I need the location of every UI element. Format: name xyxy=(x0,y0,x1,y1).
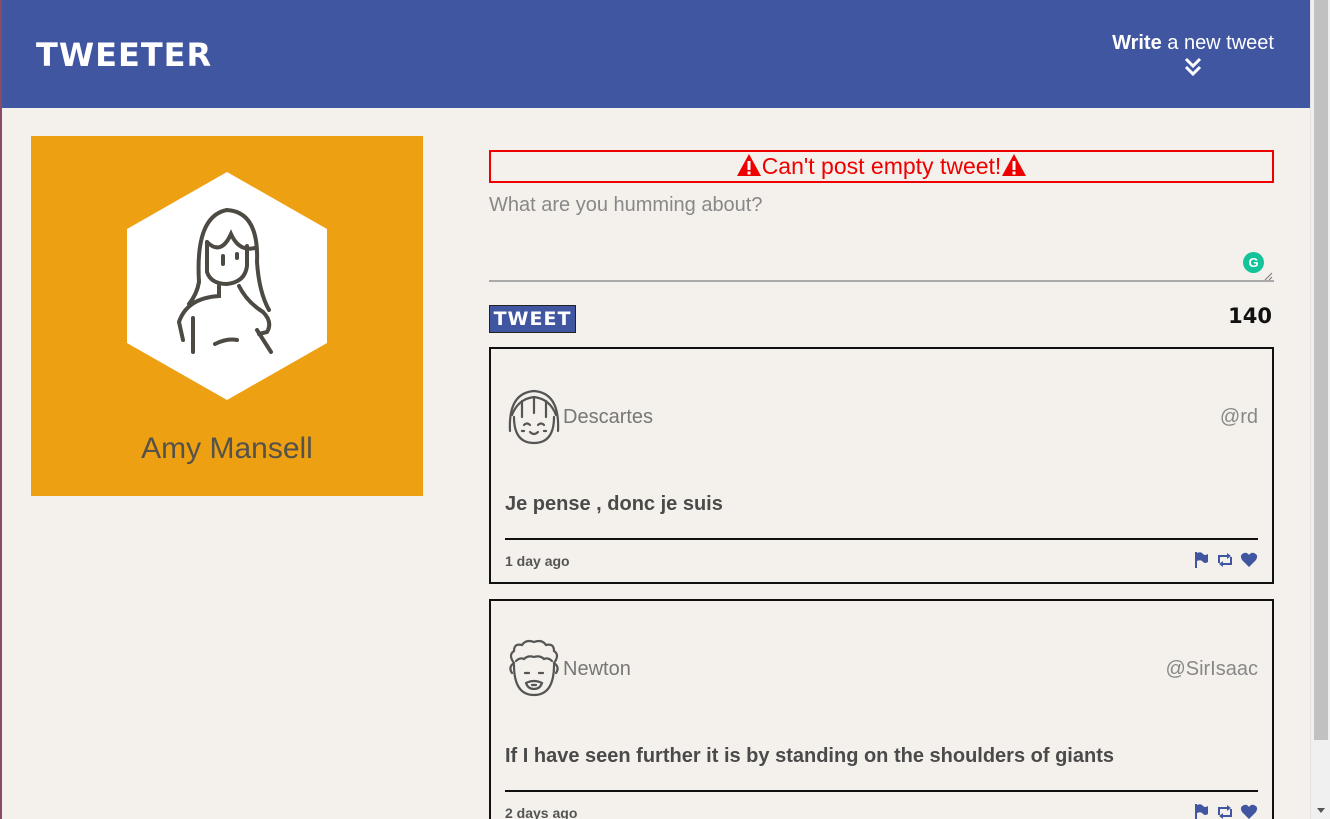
resize-handle-icon[interactable] xyxy=(1264,272,1273,281)
tweet-placeholder: What are you humming about? xyxy=(489,194,763,216)
tweet-actions xyxy=(1192,803,1258,819)
double-chevron-down-icon xyxy=(1184,57,1202,77)
profile-avatar xyxy=(127,172,327,400)
compose-toggle-button[interactable]: Write a new tweet xyxy=(1112,32,1274,77)
profile-name: Amy Mansell xyxy=(141,432,313,465)
tweet-author-handle: @rd xyxy=(1219,406,1258,428)
brand-logo: TWEETER xyxy=(36,36,213,74)
tweet-body: If I have seen further it is by standing… xyxy=(505,745,1114,767)
tweet-divider xyxy=(505,790,1258,792)
tweet-author-name: Newton xyxy=(563,658,631,680)
flag-icon[interactable] xyxy=(1192,551,1210,569)
scrollbar-thumb[interactable] xyxy=(1314,0,1328,740)
girl-face-icon xyxy=(508,389,560,445)
retweet-icon[interactable] xyxy=(1216,803,1234,819)
tweet-author-name: Descartes xyxy=(563,406,654,428)
char-counter: 140 xyxy=(1228,304,1272,328)
warning-icon xyxy=(1002,154,1027,176)
profile-card: Amy Mansell xyxy=(31,136,423,496)
tweet-button[interactable]: TWEET xyxy=(489,305,576,333)
retweet-icon[interactable] xyxy=(1216,551,1234,569)
flag-icon[interactable] xyxy=(1192,803,1210,819)
warning-icon xyxy=(736,154,761,176)
tweet-timestamp: 2 days ago xyxy=(505,805,578,819)
vertical-scrollbar[interactable] xyxy=(1310,0,1330,819)
tweet-card: Descartes @rd Je pense , donc je suis 1 … xyxy=(489,347,1274,584)
compose-toggle-bold: Write xyxy=(1112,32,1162,54)
error-text: Can't post empty tweet! xyxy=(761,153,1002,179)
scroll-down-arrow-icon[interactable] xyxy=(1317,808,1325,813)
tweet-author-handle: @SirIsaac xyxy=(1165,658,1258,680)
curly-hair-face-icon xyxy=(509,639,559,697)
heart-icon[interactable] xyxy=(1240,803,1258,819)
tweet-divider xyxy=(505,538,1258,540)
tweet-timestamp: 1 day ago xyxy=(505,553,570,569)
heart-icon[interactable] xyxy=(1240,551,1258,569)
compose-toggle-text: a new tweet xyxy=(1161,32,1274,54)
top-nav: TWEETER Write a new tweet xyxy=(2,0,1312,108)
tweet-card: Newton @SirIsaac If I have seen further … xyxy=(489,599,1274,819)
tweet-body: Je pense , donc je suis xyxy=(505,493,723,515)
error-message: Can't post empty tweet! xyxy=(489,150,1274,183)
tweet-actions xyxy=(1192,551,1258,569)
tweet-textarea[interactable]: What are you humming about? xyxy=(489,190,1274,282)
grammarly-icon[interactable]: G xyxy=(1243,252,1264,273)
